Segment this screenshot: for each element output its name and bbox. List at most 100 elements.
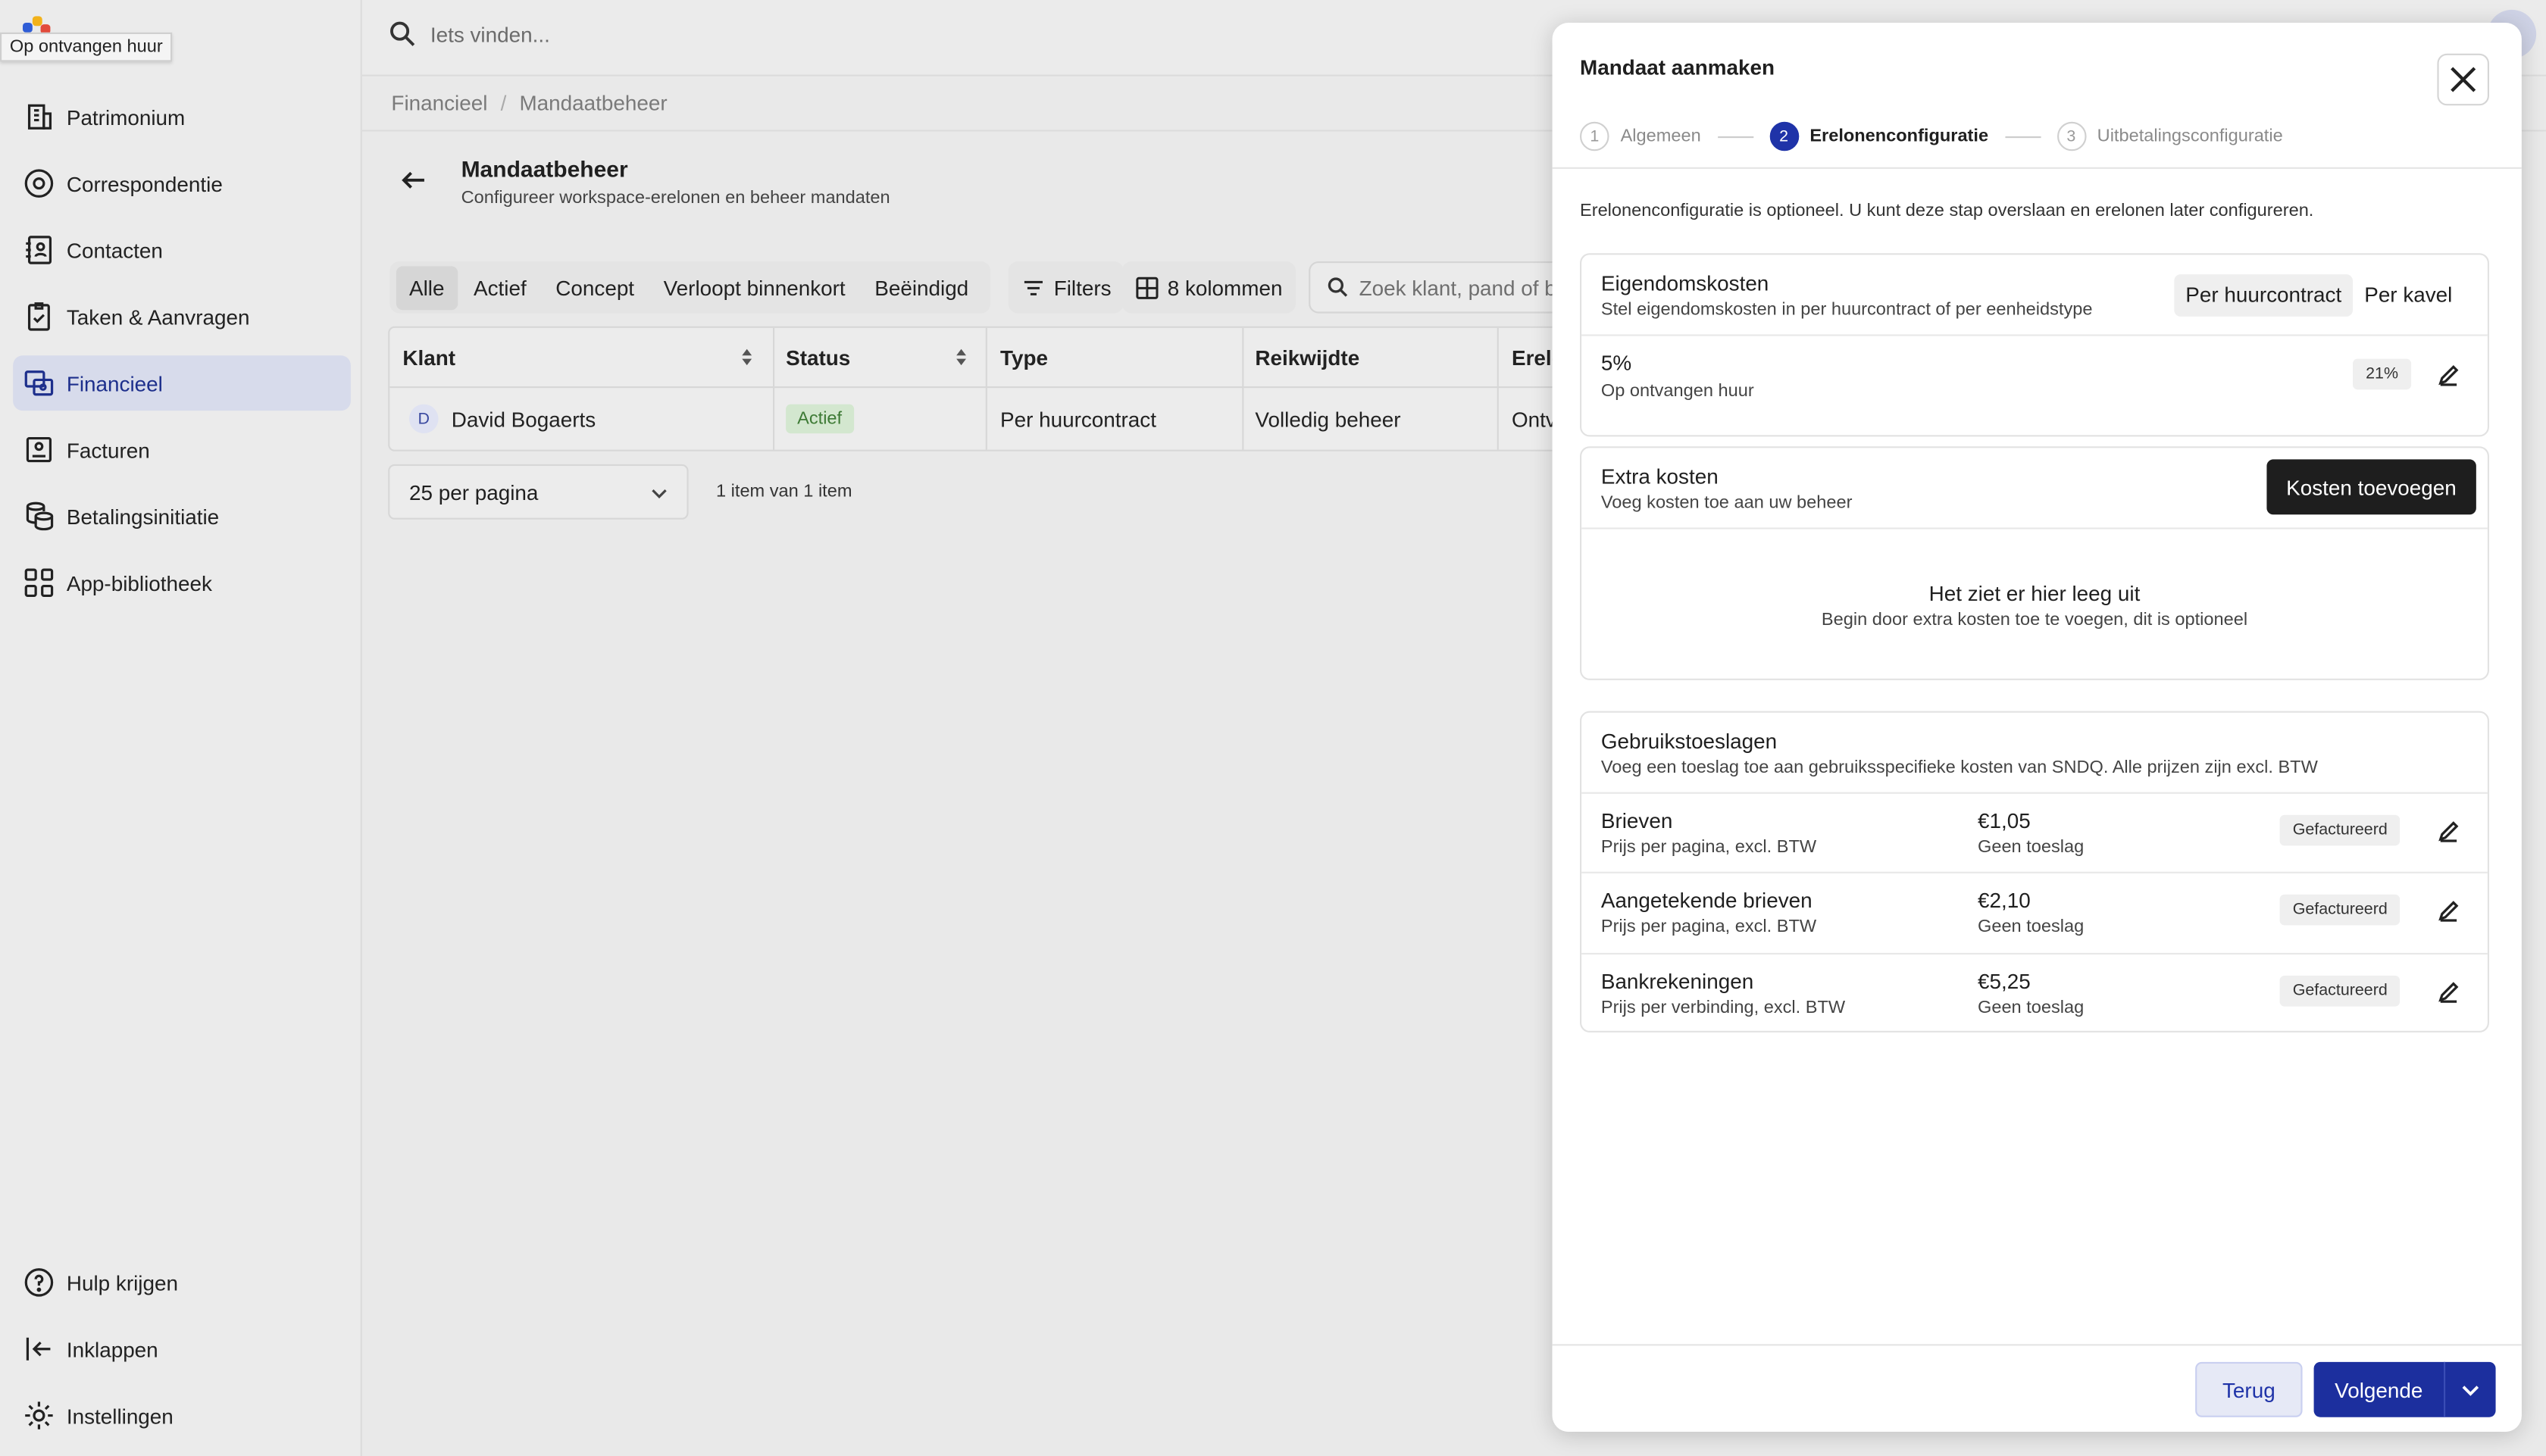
usage-item-desc: Prijs per pagina, excl. BTW xyxy=(1600,917,1817,937)
step-connector xyxy=(1717,135,1753,138)
sidebar-item-correspondentie[interactable]: Correspondentie xyxy=(13,156,351,211)
page-title: Mandaatbeheer xyxy=(461,155,628,182)
back-arrow-icon[interactable] xyxy=(399,166,429,195)
invoiced-chip: Gefactureerd xyxy=(2279,814,2401,846)
mandates-table: Klant Status Type Reikwijdte Erelo D Dav… xyxy=(388,326,1574,451)
edit-icon[interactable] xyxy=(2437,899,2460,922)
sort-icon[interactable] xyxy=(740,348,753,367)
tab-concept[interactable]: Concept xyxy=(543,265,647,309)
sidebar-item-taken[interactable]: Taken & Aanvragen xyxy=(13,289,351,344)
usage-item-surcharge: Geen toeslag xyxy=(1978,998,2085,1018)
extra-costs-card: Extra kosten Voeg kosten toe aan uw behe… xyxy=(1580,446,2489,680)
ownership-mode-toggle: Per huurcontract Per kavel xyxy=(2174,274,2463,317)
usage-item-price: €2,10 xyxy=(1978,888,2031,913)
sidebar-item-app-bibliotheek[interactable]: App-bibliotheek xyxy=(13,555,351,611)
sidebar-item-label: Facturen xyxy=(66,437,150,462)
edit-icon[interactable] xyxy=(2437,980,2460,1003)
status-cell: Actief xyxy=(786,386,854,450)
dialog-divider xyxy=(1552,167,2522,169)
sidebar-item-hulp[interactable]: Hulp krijgen xyxy=(13,1254,351,1310)
sidebar-item-label: App-bibliotheek xyxy=(66,570,212,595)
step-number: 3 xyxy=(2057,121,2086,152)
column-header-status[interactable]: Status xyxy=(786,328,850,386)
sidebar-nav: Patrimonium Correspondentie Contacten Ta… xyxy=(13,89,351,622)
stepper: 1 Algemeen 2 Erelonenconfiguratie 3 Uitb… xyxy=(1580,121,2283,152)
step-label-erelonen[interactable]: Erelonenconfiguratie xyxy=(1809,127,1988,146)
step-label-algemeen[interactable]: Algemeen xyxy=(1621,127,1701,146)
sidebar-bottom-nav: Hulp krijgen Inklappen Instellingen xyxy=(13,1254,351,1454)
sidebar-item-betalingsinitiatie[interactable]: Betalingsinitiatie xyxy=(13,489,351,544)
card-subtitle: Voeg kosten toe aan uw beheer xyxy=(1600,493,1853,514)
columns-grid-icon xyxy=(1136,276,1159,298)
tab-actief[interactable]: Actief xyxy=(461,265,540,309)
breadcrumb-separator: / xyxy=(500,91,507,116)
ownership-costs-card: Eigendomskosten Stel eigendomskosten in … xyxy=(1580,253,2489,437)
per-page-value: 25 per pagina xyxy=(409,480,539,505)
table-search-input[interactable]: Zoek klant, pand of b xyxy=(1309,261,1569,314)
table-search-placeholder: Zoek klant, pand of b xyxy=(1359,275,1556,300)
contacts-book-icon xyxy=(26,236,52,264)
card-subtitle: Voeg een toeslag toe aan gebruiksspecifi… xyxy=(1600,758,2318,778)
create-mandate-dialog: Mandaat aanmaken 1 Algemeen 2 Erelonenco… xyxy=(1552,23,2522,1432)
scope-cell: Volledig beheer xyxy=(1255,406,1401,431)
row-divider xyxy=(1581,952,2488,955)
global-search[interactable]: Iets vinden... xyxy=(388,20,550,49)
row-divider xyxy=(1581,871,2488,873)
filter-icon xyxy=(1024,280,1043,295)
edit-icon[interactable] xyxy=(2437,364,2460,386)
sidebar-item-contacten[interactable]: Contacten xyxy=(13,223,351,278)
next-button-group: Volgende xyxy=(2313,1361,2496,1417)
option-per-kavel[interactable]: Per kavel xyxy=(2353,274,2463,317)
close-icon xyxy=(2451,67,2476,92)
breadcrumb-item-financieel[interactable]: Financieel xyxy=(391,91,487,115)
mail-circle-icon xyxy=(24,169,54,198)
optional-note: Erelonenconfiguratie is optioneel. U kun… xyxy=(1580,201,2314,221)
usage-item-name: Brieven xyxy=(1600,808,1673,833)
page-subtitle: Configureer workspace-erelonen en beheer… xyxy=(461,188,890,208)
sidebar-item-facturen[interactable]: Facturen xyxy=(13,422,351,477)
add-costs-button[interactable]: Kosten toevoegen xyxy=(2266,459,2476,515)
per-page-select[interactable]: 25 per pagina xyxy=(388,464,689,520)
columns-button-label: 8 kolommen xyxy=(1167,275,1283,300)
close-button[interactable] xyxy=(2437,53,2489,106)
sidebar-item-instellingen[interactable]: Instellingen xyxy=(13,1388,351,1443)
card-divider xyxy=(1581,334,2488,336)
tooltip: Op ontvangen huur xyxy=(0,32,173,62)
card-title: Extra kosten xyxy=(1600,464,1719,489)
back-button[interactable]: Terug xyxy=(2195,1361,2303,1417)
usage-item-price: €5,25 xyxy=(1978,969,2031,994)
sidebar-item-patrimonium[interactable]: Patrimonium xyxy=(13,89,351,145)
fee-basis: Op ontvangen huur xyxy=(1600,381,1754,401)
table-row[interactable]: D David Bogaerts xyxy=(409,386,596,450)
option-per-huurcontract[interactable]: Per huurcontract xyxy=(2174,274,2354,317)
help-circle-icon xyxy=(24,1268,54,1297)
step-connector xyxy=(2004,135,2041,138)
card-title: Gebruikstoeslagen xyxy=(1600,729,1778,754)
sidebar-item-label: Correspondentie xyxy=(66,171,223,196)
column-header-klant[interactable]: Klant xyxy=(402,328,455,386)
search-icon xyxy=(1328,277,1348,297)
next-options-button[interactable] xyxy=(2445,1381,2495,1399)
edit-icon[interactable] xyxy=(2437,820,2460,842)
usage-item-price: €1,05 xyxy=(1978,808,2031,833)
sort-icon[interactable] xyxy=(955,348,968,367)
column-header-type[interactable]: Type xyxy=(1000,328,1048,386)
column-header-reikwijdte[interactable]: Reikwijdte xyxy=(1255,328,1359,386)
building-icon xyxy=(27,104,52,130)
next-button[interactable]: Volgende xyxy=(2314,1377,2444,1401)
tab-alle[interactable]: Alle xyxy=(396,265,458,310)
breadcrumb: Financieel / Mandaatbeheer xyxy=(391,91,667,115)
clipboard-check-icon xyxy=(27,302,50,331)
filters-button[interactable]: Filters xyxy=(1008,261,1124,314)
type-cell: Per huurcontract xyxy=(1000,406,1156,431)
sidebar-item-financieel[interactable]: Financieel xyxy=(13,355,351,411)
columns-button[interactable]: 8 kolommen xyxy=(1121,261,1296,314)
coins-stack-icon xyxy=(26,501,54,531)
tab-beeindigd[interactable]: Beëindigd xyxy=(862,265,981,309)
dialog-title: Mandaat aanmaken xyxy=(1580,55,1775,80)
card-subtitle: Stel eigendomskosten in per huurcontract… xyxy=(1600,300,2093,320)
tab-verloopt[interactable]: Verloopt binnenkort xyxy=(650,265,858,309)
step-label-uitbetaling[interactable]: Uitbetalingsconfiguratie xyxy=(2097,127,2283,146)
sidebar-item-inklappen[interactable]: Inklappen xyxy=(13,1321,351,1376)
usage-item-desc: Prijs per pagina, excl. BTW xyxy=(1600,837,1817,858)
